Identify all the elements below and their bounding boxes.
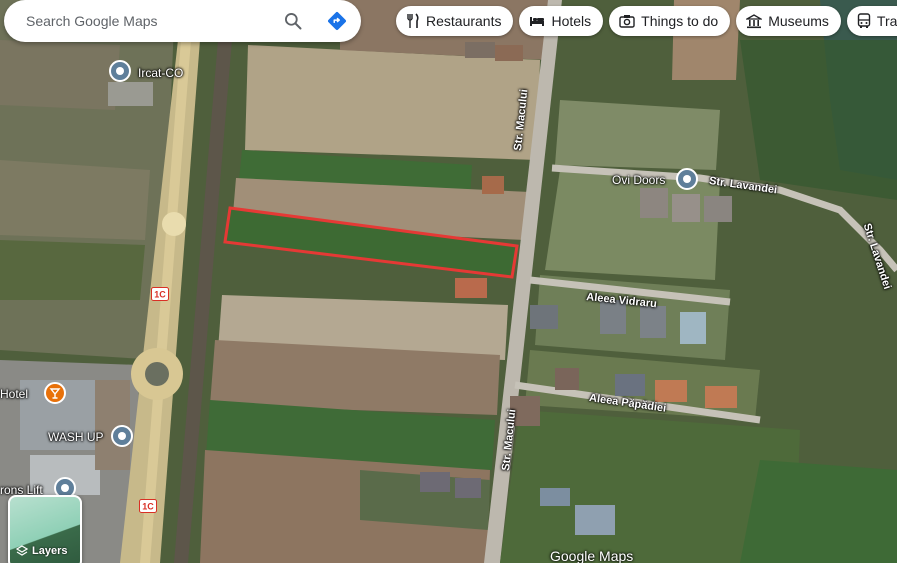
chip-hotels-label: Hotels [551,13,592,29]
search-input[interactable] [26,13,273,29]
camera-icon [619,15,635,28]
place-label-ircat[interactable]: Ircat-CO [138,66,183,80]
search-icon [285,13,302,30]
directions-button[interactable] [313,1,361,41]
category-chips: Restaurants Hotels Things to do Museums … [396,6,897,36]
layers-label-group: Layers [16,545,67,557]
satellite-map[interactable] [0,0,897,563]
place-pin-ovi-doors[interactable] [676,168,698,190]
search-bar [4,0,361,42]
chip-hotels[interactable]: Hotels [519,6,604,36]
chip-transit[interactable]: Trans [846,6,897,36]
layers-icon [16,545,28,556]
chip-transit-label: Trans [876,13,897,29]
road-shield-1c-bottom: 1C [139,499,157,513]
chip-restaurants-label: Restaurants [426,13,502,29]
chip-things-to-do-label: Things to do [641,13,719,29]
chip-museums[interactable]: Museums [736,6,841,36]
search-button[interactable] [273,1,313,41]
hotel-pin-icon[interactable] [44,382,66,404]
museum-icon [746,13,763,28]
chip-things-to-do[interactable]: Things to do [609,6,731,36]
fork-knife-icon [407,13,419,28]
place-pin-wash-up[interactable] [111,425,133,447]
layers-label: Layers [32,545,68,557]
chip-museums-label: Museums [768,13,829,29]
bed-icon [530,17,545,26]
google-maps-watermark: Google Maps [550,548,634,563]
place-pin-ircat[interactable] [109,60,131,82]
layers-button[interactable]: Layers [8,495,82,563]
bus-icon [857,13,871,28]
directions-icon [328,12,346,30]
road-shield-1c-top: 1C [151,287,169,301]
place-label-hotel[interactable]: Hotel [0,387,28,401]
svg-text:1C: 1C [154,290,166,300]
place-label-ovi-doors[interactable]: Ovi Doors [612,173,665,187]
place-label-wash-up[interactable]: WASH UP [48,430,104,444]
chip-restaurants[interactable]: Restaurants [396,6,514,36]
svg-text:1C: 1C [142,502,154,512]
